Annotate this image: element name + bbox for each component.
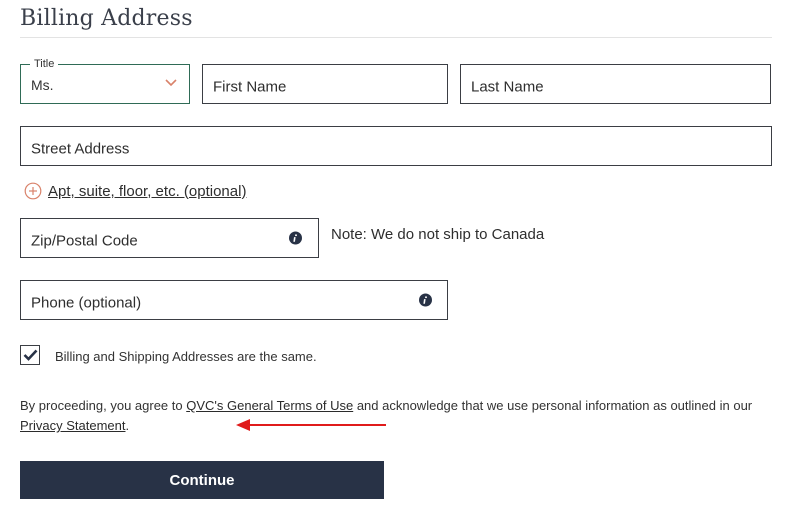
last-name-placeholder: Last Name (471, 78, 544, 96)
last-name-field[interactable]: Last Name (460, 64, 771, 104)
info-icon[interactable] (419, 293, 432, 307)
legal-middle: and acknowledge that we use personal inf… (353, 398, 753, 413)
street-address-placeholder: Street Address (31, 140, 130, 158)
privacy-link[interactable]: Privacy Statement (20, 418, 126, 433)
phone-field[interactable]: Phone (optional) (20, 280, 448, 320)
info-icon[interactable] (289, 231, 302, 245)
street-address-field[interactable]: Street Address (20, 126, 772, 166)
terms-link[interactable]: QVC's General Terms of Use (186, 398, 353, 413)
same-address-checkbox[interactable] (20, 345, 40, 365)
continue-button[interactable]: Continue (20, 461, 384, 499)
add-apt-link-label: Apt, suite, floor, etc. (optional) (48, 182, 247, 200)
shipping-note: Note: We do not ship to Canada (331, 226, 545, 243)
legal-suffix: . (125, 418, 130, 433)
add-apt-link[interactable]: Apt, suite, floor, etc. (optional) (24, 180, 246, 202)
title-select[interactable]: Title Ms. (20, 58, 190, 104)
legal-text: By proceeding, you agree to QVC's Genera… (20, 396, 760, 436)
title-divider (20, 37, 772, 38)
first-name-field[interactable]: First Name (202, 64, 448, 104)
page-title: Billing Address (20, 6, 193, 31)
checkmark-icon (23, 349, 38, 361)
zip-field[interactable]: Zip/Postal Code (20, 218, 319, 258)
same-address-label: Billing and Shipping Addresses are the s… (55, 349, 317, 364)
chevron-down-icon (165, 79, 177, 87)
phone-placeholder: Phone (optional) (31, 294, 142, 312)
legal-prefix: By proceeding, you agree to (20, 398, 187, 413)
plus-circle-icon (24, 182, 42, 200)
first-name-placeholder: First Name (213, 78, 287, 96)
title-select-value: Ms. (31, 77, 54, 93)
title-select-legend: Title (30, 58, 59, 70)
zip-placeholder: Zip/Postal Code (31, 232, 138, 250)
arrow-left-icon (236, 419, 386, 431)
